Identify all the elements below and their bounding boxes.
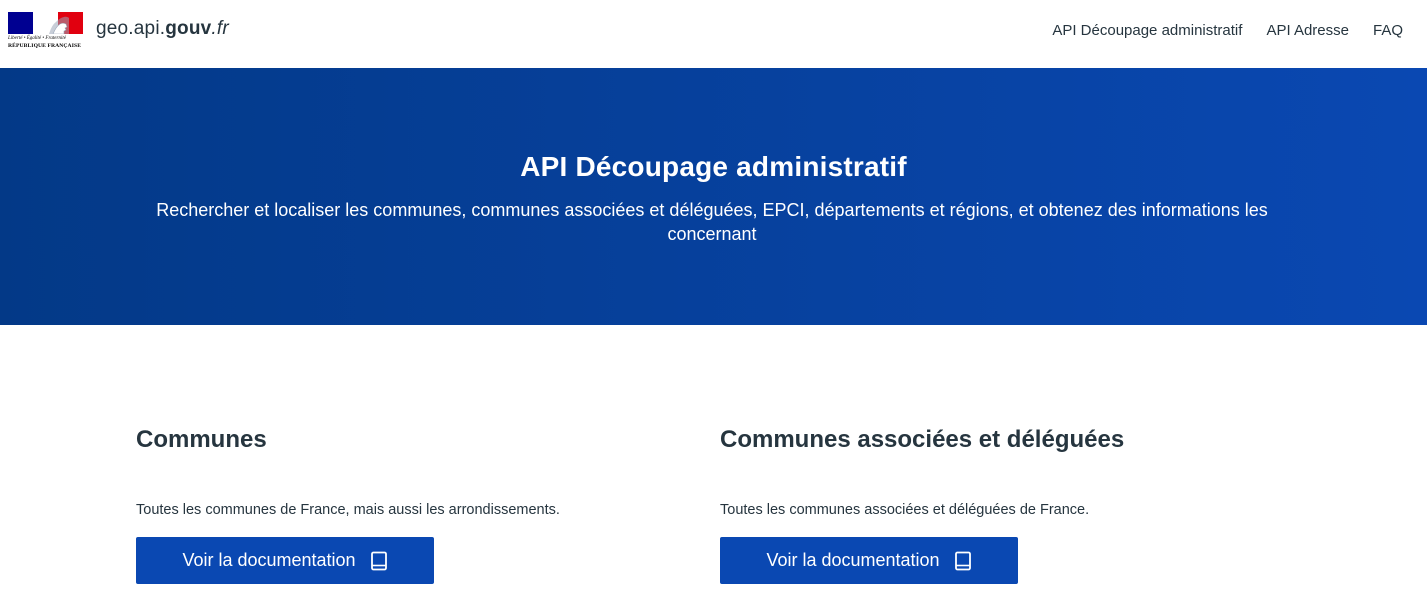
card-title: Communes associées et déléguées <box>720 426 1125 453</box>
card-communes: Communes Toutes les communes de France, … <box>136 425 656 584</box>
hero-banner: API Découpage administratif Rechercher e… <box>0 68 1427 325</box>
nav-link-faq[interactable]: FAQ <box>1373 22 1403 39</box>
site-name-prefix: geo.api. <box>96 18 166 39</box>
site-header: Liberté • Égalité • Fraternité RÉPUBLIQU… <box>0 0 1427 68</box>
card-title: Communes <box>136 426 267 453</box>
site-name-strong: gouv <box>165 18 212 39</box>
republique-francaise-label: RÉPUBLIQUE FRANÇAISE <box>8 43 82 49</box>
card-communes-associees-deleguees: Communes associées et déléguées Toutes l… <box>720 425 1240 584</box>
site-name[interactable]: geo.api.gouv.fr <box>96 18 229 40</box>
marianne-profile-icon <box>49 16 69 34</box>
site-name-tld: .fr <box>211 18 229 39</box>
tricolor-flag-icon <box>8 12 83 34</box>
nav-link-api-decoupage[interactable]: API Découpage administratif <box>1052 22 1242 39</box>
button-label: Voir la documentation <box>766 550 940 570</box>
card-description: Toutes les communes de France, mais auss… <box>136 502 560 518</box>
nav-link-api-adresse[interactable]: API Adresse <box>1266 22 1349 39</box>
republic-motto: Liberté • Égalité • Fraternité <box>8 36 66 41</box>
book-icon <box>954 551 971 570</box>
main-nav: API Découpage administratif API Adresse … <box>1052 22 1403 39</box>
book-icon <box>370 551 387 570</box>
page-title: API Découpage administratif <box>520 151 907 182</box>
view-documentation-button[interactable]: Voir la documentation <box>720 537 1018 584</box>
view-documentation-button[interactable]: Voir la documentation <box>136 537 434 584</box>
button-label: Voir la documentation <box>182 550 356 570</box>
page-subtitle: Rechercher et localiser les communes, co… <box>156 200 1268 244</box>
card-description: Toutes les communes associées et délégué… <box>720 502 1090 518</box>
marianne-logo[interactable]: Liberté • Égalité • Fraternité RÉPUBLIQU… <box>8 12 84 54</box>
